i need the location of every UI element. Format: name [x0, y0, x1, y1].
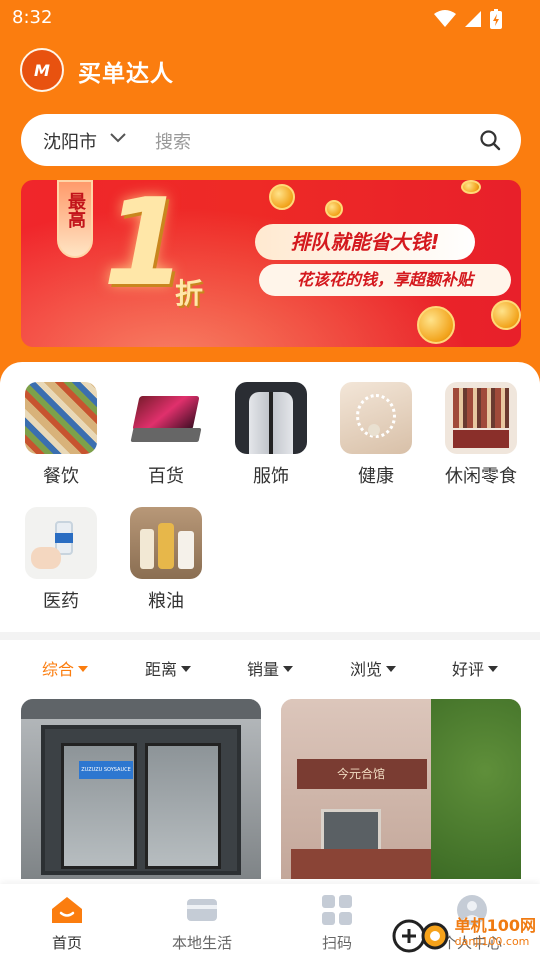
sort-views[interactable]: 浏览	[350, 656, 397, 680]
category-food[interactable]: 餐饮	[13, 382, 109, 488]
battery-icon	[490, 9, 502, 29]
wifi-icon	[434, 10, 456, 27]
category-grain-oil[interactable]: 粮油	[118, 507, 214, 613]
category-snacks[interactable]: 休闲零食	[433, 382, 529, 488]
section-divider	[0, 632, 540, 640]
category-label: 医药	[43, 591, 79, 612]
tab-label: 首页	[51, 934, 82, 952]
category-apparel[interactable]: 服饰	[223, 382, 319, 488]
search-input[interactable]: 搜索	[155, 128, 191, 154]
shop-card[interactable]: ZUZUZU SOYSAUCE	[21, 699, 261, 879]
search-bar[interactable]: 沈阳市 搜索	[21, 114, 521, 166]
status-bar: 8:32	[0, 0, 540, 36]
watermark-url: danji100.com	[454, 935, 530, 948]
watermark-text: 单机100网	[454, 916, 536, 935]
category-label: 粮油	[148, 591, 184, 612]
tab-home[interactable]: 首页	[17, 894, 117, 953]
medicine-photo	[25, 507, 97, 579]
banner-badge: 最高	[57, 180, 93, 258]
jewelry-photo	[340, 382, 412, 454]
tab-local-life[interactable]: 本地生活	[152, 894, 252, 953]
city-selector[interactable]: 沈阳市	[43, 128, 97, 154]
snacks-photo	[25, 382, 97, 454]
category-label: 餐饮	[43, 466, 79, 487]
shelf-photo	[445, 382, 517, 454]
caret-down-icon	[488, 666, 499, 672]
category-label: 百货	[148, 466, 184, 487]
watermark: 单机100网 danji100.com	[391, 912, 536, 956]
caret-down-icon	[181, 666, 192, 672]
tab-label: 扫码	[321, 934, 352, 952]
caret-down-icon	[283, 666, 294, 672]
chevron-down-icon[interactable]	[109, 131, 127, 145]
coin-decoration	[491, 300, 521, 330]
category-label: 休闲零食	[445, 466, 517, 487]
category-label: 服饰	[253, 466, 289, 487]
watermark-logo-icon	[392, 919, 449, 953]
jacket-photo	[235, 382, 307, 454]
laptop-photo	[130, 382, 202, 454]
banner-big-number: 1	[103, 180, 187, 313]
sort-comprehensive[interactable]: 综合	[42, 656, 89, 680]
card-icon	[187, 899, 217, 921]
caret-down-icon	[78, 666, 89, 672]
promo-banner[interactable]: 最高 1 折 排队就能省大钱! 花该花的钱，享超额补贴	[21, 180, 521, 347]
category-label: 健康	[358, 466, 394, 487]
sort-distance[interactable]: 距离	[145, 656, 192, 680]
coin-decoration	[461, 180, 481, 194]
tab-scan[interactable]: 扫码	[287, 894, 387, 953]
sort-rating[interactable]: 好评	[452, 656, 499, 680]
coin-decoration	[325, 200, 343, 218]
status-icons	[434, 9, 502, 29]
category-medicine[interactable]: 医药	[13, 507, 109, 613]
signal-icon	[465, 11, 481, 27]
sort-sales[interactable]: 销量	[247, 656, 294, 680]
app-logo: M	[20, 48, 64, 92]
grid-icon	[322, 895, 352, 925]
search-icon[interactable]	[479, 129, 501, 151]
home-icon	[52, 897, 82, 923]
coin-decoration	[269, 184, 295, 210]
category-health[interactable]: 健康	[328, 382, 424, 488]
tab-label: 本地生活	[171, 934, 232, 952]
shop-sign: ZUZUZU SOYSAUCE	[79, 761, 133, 779]
oil-photo	[130, 507, 202, 579]
app-title: 买单达人	[78, 61, 174, 87]
status-time: 8:32	[12, 7, 53, 28]
coin-decoration	[417, 306, 455, 344]
shop-card[interactable]: 今元合馆	[281, 699, 521, 879]
category-general[interactable]: 百货	[118, 382, 214, 488]
app-bar: M 买单达人	[0, 44, 540, 96]
shop-sign: 今元合馆	[336, 767, 385, 781]
banner-subslogan: 花该花的钱，享超额补贴	[259, 264, 511, 296]
banner-slogan: 排队就能省大钱!	[255, 224, 475, 260]
storefront-glass-door-photo: ZUZUZU SOYSAUCE	[21, 699, 261, 879]
storefront-pink-building-photo: 今元合馆	[281, 699, 521, 879]
caret-down-icon	[386, 666, 397, 672]
banner-unit: 折	[175, 277, 204, 310]
